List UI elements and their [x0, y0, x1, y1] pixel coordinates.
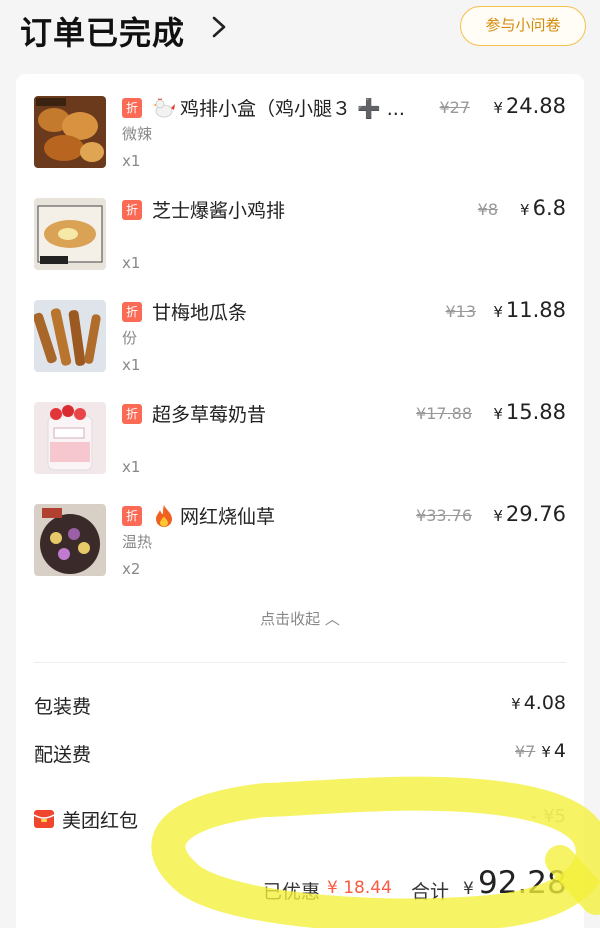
food-image [34, 504, 106, 576]
item-spec: 份 [122, 329, 138, 347]
item-quantity: x1 [122, 254, 141, 272]
original-price: ¥27 [439, 98, 470, 117]
packaging-fee-value: ¥4.08 [511, 692, 566, 714]
item-price: ¥15.88 [493, 400, 566, 424]
currency-symbol: ¥ [463, 879, 474, 899]
item-quantity: x1 [122, 152, 141, 170]
survey-button[interactable]: 参与小问卷 [460, 6, 586, 46]
discount-badge: 折 [122, 98, 142, 118]
item-quantity: x1 [122, 458, 141, 476]
page-title: 订单已完成 [20, 14, 186, 52]
saved-value: ¥ 18.44 [327, 878, 392, 898]
discount-badge: 折 [122, 506, 142, 526]
item-quantity: x1 [122, 356, 141, 374]
item-name: 甘梅地瓜条 [152, 302, 248, 324]
total-label: 合计 [411, 881, 450, 903]
original-price: ¥8 [477, 200, 498, 219]
red-packet-value: - ¥5 [530, 806, 566, 827]
food-image [34, 300, 106, 372]
red-packet-icon [34, 810, 54, 828]
delivery-fee-row: 配送费 ¥7 ¥4 [16, 740, 584, 770]
delivery-fee-value: ¥7 ¥4 [515, 740, 566, 762]
discount-badge: 折 [122, 200, 142, 220]
original-price: ¥13 [445, 302, 476, 321]
list-item[interactable]: 折 鸡排小盒（鸡小腿３ ➕ ... 微辣 x1 ¥27 ¥24.88 [16, 94, 584, 196]
food-image [34, 198, 106, 270]
red-packet-label: 美团红包 [62, 810, 139, 832]
order-header: 订单已完成 参与小问卷 [0, 0, 600, 68]
total-value: 92.28 [478, 865, 567, 901]
item-spec: 微辣 [122, 125, 153, 143]
list-item[interactable]: 折 网红烧仙草 温热 x2 ¥33.76 ¥29.76 [16, 502, 584, 604]
item-price: ¥24.88 [493, 94, 566, 118]
item-price: ¥29.76 [493, 502, 566, 526]
item-name: 网红烧仙草 [180, 506, 276, 528]
item-name: 鸡排小盒（鸡小腿３ ➕ ... [180, 98, 405, 120]
item-spec: 温热 [122, 533, 153, 551]
food-image [34, 96, 106, 168]
divider [34, 662, 566, 663]
item-name: 芝士爆酱小鸡排 [152, 200, 286, 222]
original-price: ¥17.88 [416, 404, 472, 423]
packaging-fee-row: 包装费 ¥4.08 [16, 692, 584, 722]
rooster-icon [153, 98, 175, 118]
item-quantity: x2 [122, 560, 141, 578]
collapse-toggle[interactable]: 点击收起 ︿ [16, 608, 584, 629]
chevron-right-icon[interactable] [206, 12, 232, 42]
list-item[interactable]: 折 甘梅地瓜条 份 x1 ¥13 ¥11.88 [16, 298, 584, 400]
delivery-fee-label: 配送费 [34, 744, 92, 766]
list-item[interactable]: 折 超多草莓奶昔 x1 ¥17.88 ¥15.88 [16, 400, 584, 502]
discount-badge: 折 [122, 404, 142, 424]
order-summary: 已优惠 ¥ 18.44 合计 ¥ 92.28 [16, 865, 584, 913]
discount-badge: 折 [122, 302, 142, 322]
item-price: ¥11.88 [493, 298, 566, 322]
packaging-fee-label: 包装费 [34, 696, 92, 718]
item-name: 超多草莓奶昔 [152, 404, 267, 426]
order-card: 折 鸡排小盒（鸡小腿３ ➕ ... 微辣 x1 ¥27 ¥24.88 折 芝士爆… [16, 74, 584, 928]
fire-icon [156, 505, 172, 527]
original-price: ¥33.76 [416, 506, 472, 525]
saved-label: 已优惠 [263, 881, 321, 903]
item-price: ¥6.8 [520, 196, 566, 220]
list-item[interactable]: 折 芝士爆酱小鸡排 x1 ¥8 ¥6.8 [16, 196, 584, 298]
food-image [34, 402, 106, 474]
